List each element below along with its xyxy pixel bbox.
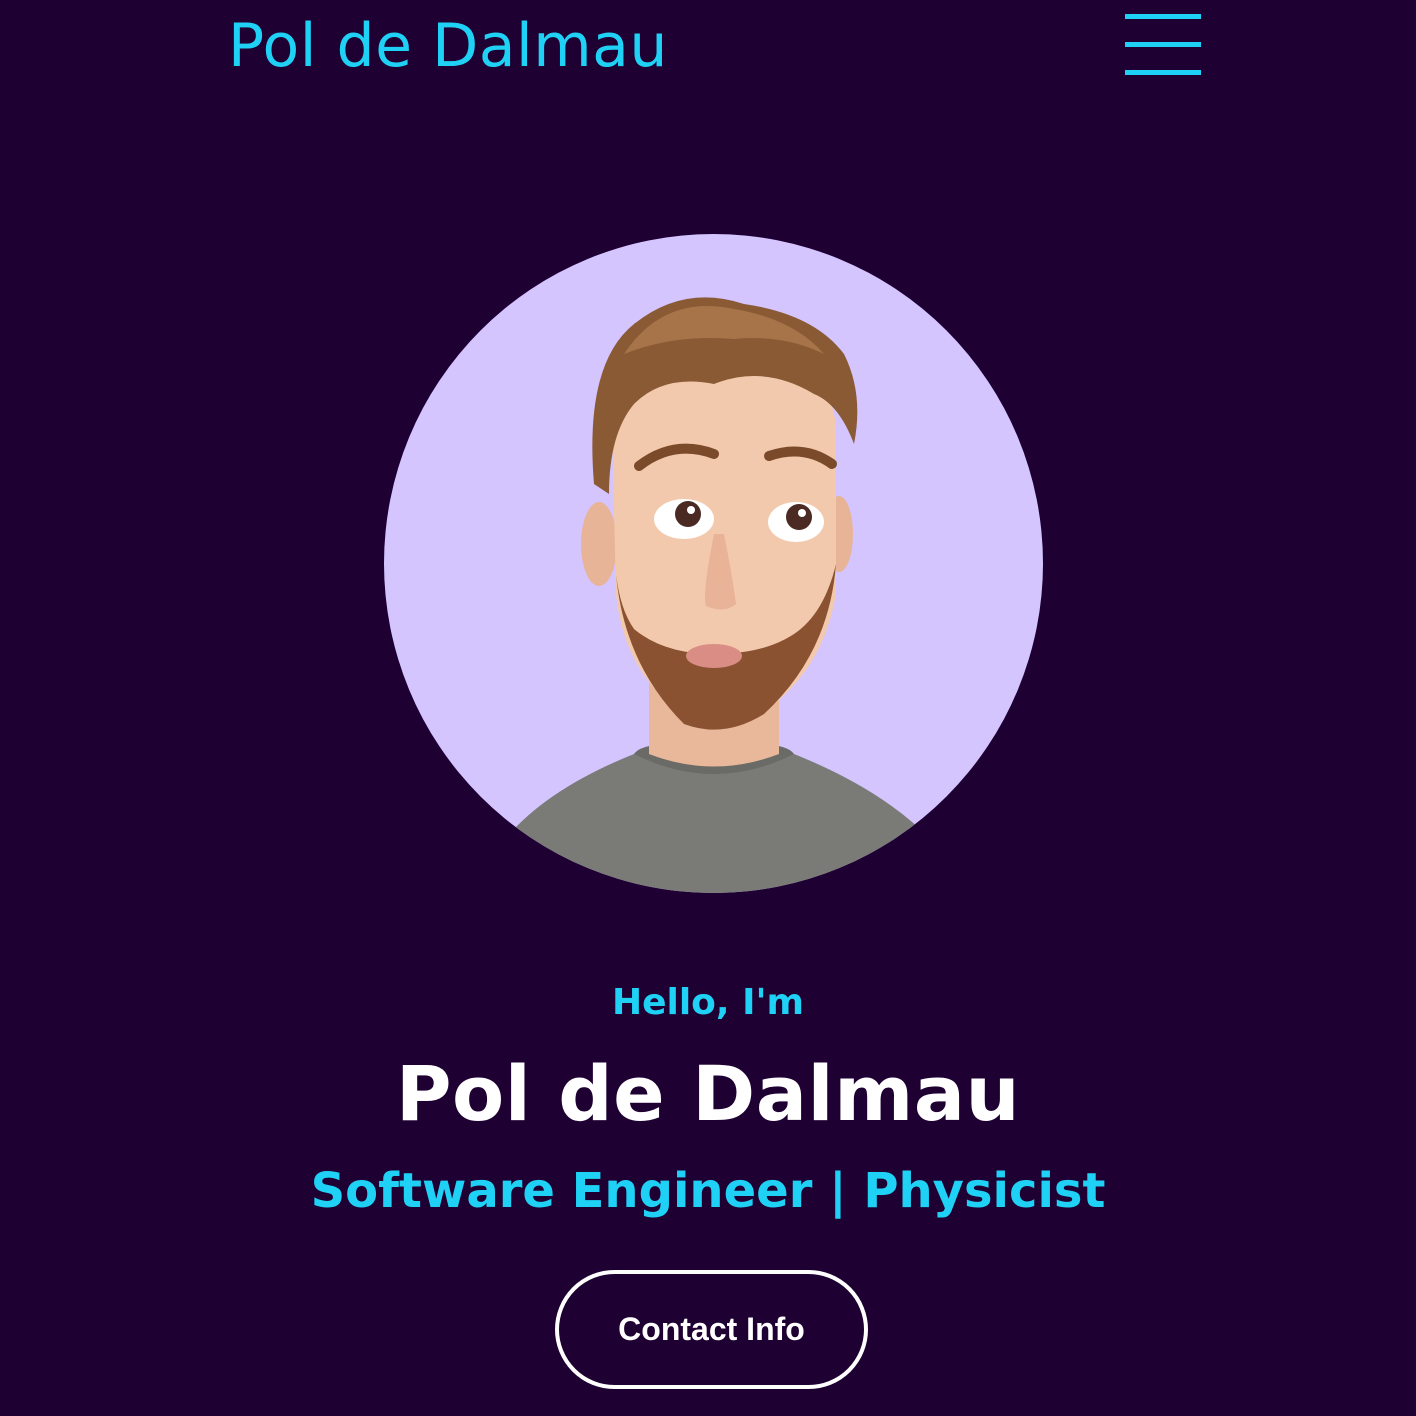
profile-avatar: [384, 234, 1043, 893]
hamburger-menu-icon[interactable]: [1124, 12, 1202, 78]
avatar-illustration: [444, 297, 984, 893]
site-logo-link[interactable]: Pol de Dalmau: [228, 10, 668, 82]
menu-bar-top: [1125, 14, 1201, 19]
page: Pol de Dalmau Hello, I'm Pol de Dalmau S…: [0, 0, 1416, 1416]
hero-role: Software Engineer | Physicist: [310, 1163, 1106, 1219]
hero-greeting: Hello, I'm: [611, 982, 805, 1023]
hero-name: Pol de Dalmau: [395, 1049, 1021, 1138]
menu-bar-middle: [1125, 42, 1201, 47]
contact-info-button[interactable]: Contact Info: [555, 1270, 868, 1389]
menu-bar-bottom: [1125, 70, 1201, 75]
